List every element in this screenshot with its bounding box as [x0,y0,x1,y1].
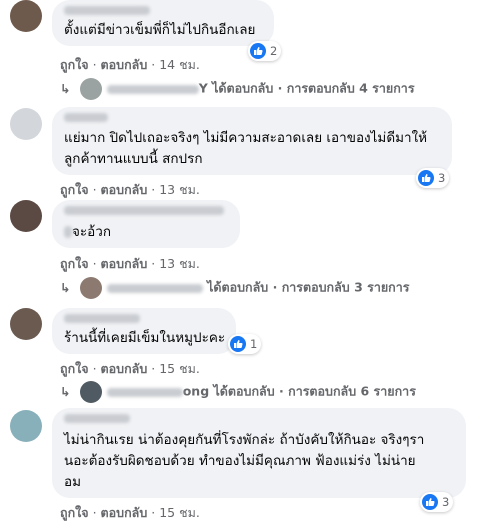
avatar[interactable] [10,410,42,442]
like-link[interactable]: ถูกใจ [60,505,89,520]
comment-meta: ถูกใจ · ตอบกลับ · 13 ชม. [60,256,200,271]
avatar[interactable] [10,308,42,340]
reply-avatar [80,381,103,403]
reply-link[interactable]: ตอบกลับ [101,505,148,520]
replier-name-blurred [106,84,199,94]
reply-link[interactable]: ตอบกลับ [101,361,148,376]
commenter-name-blurred[interactable] [64,113,108,122]
comment-bubble: ร้านนี้ที่เคยมีเข็มในหมูปะคะ [52,308,236,354]
comment-meta: ถูกใจ · ตอบกลับ · 13 ชม. [60,182,200,197]
comment-text: จะอ้วก [64,221,111,243]
comment-bubble: ไม่น่ากินเรย น่าต้องคุยกันที่โรงพักล่ะ ถ… [52,408,466,498]
comment-text: ร้านนี้ที่เคยมีเข็มในหมูปะคะ [64,330,226,346]
reaction-count[interactable]: 1 [228,334,262,354]
comment-text: ตั้งแต่มีข่าวเข็มพี่ก็ไม่ไปกินอีกเลย [64,22,256,38]
reply-arrow-icon: ↳ [60,80,71,96]
like-icon [422,494,438,510]
timestamp[interactable]: 15 ชม. [159,361,200,376]
view-replies[interactable]: ↳ ong ได้ตอบกลับ · การตอบกลับ 6 รายการ [60,381,416,403]
reply-link[interactable]: ตอบกลับ [101,256,148,271]
avatar[interactable] [10,0,42,32]
comment-meta: ถูกใจ · ตอบกลับ · 14 ชม. [60,57,200,72]
like-icon [418,170,434,186]
commenter-name-blurred[interactable] [64,6,150,15]
reaction-count[interactable]: 3 [416,168,450,188]
like-link[interactable]: ถูกใจ [60,182,89,197]
reaction-count[interactable]: 2 [248,41,282,61]
reply-link[interactable]: ตอบกลับ [101,182,148,197]
comment-text-line: อม [64,474,82,490]
reply-avatar [80,277,103,299]
reply-arrow-icon: ↳ [60,279,71,295]
like-link[interactable]: ถูกใจ [60,256,89,271]
comment-bubble: ตั้งแต่มีข่าวเข็มพี่ก็ไม่ไปกินอีกเลย [52,0,274,46]
comment-text-line: แย่มาก ปิดไปเถอะจริงๆ ไม่มีความสะอาดเลย … [64,130,428,146]
timestamp[interactable]: 15 ชม. [159,505,200,520]
like-icon [230,336,246,352]
commenter-name-blurred[interactable] [64,314,140,323]
view-replies[interactable]: ↳ ได้ตอบกลับ · การตอบกลับ 3 รายการ [60,277,409,299]
replier-name-blurred [106,387,183,397]
timestamp[interactable]: 14 ชม. [159,57,200,72]
view-replies[interactable]: ↳ Y ได้ตอบกลับ · การตอบกลับ 4 รายการ [60,78,415,100]
reaction-count[interactable]: 3 [420,492,454,512]
like-link[interactable]: ถูกใจ [60,361,89,376]
avatar[interactable] [10,200,42,232]
comment-bubble: แย่มาก ปิดไปเถอะจริงๆ ไม่มีความสะอาดเลย … [52,107,452,175]
commenter-name-blurred[interactable] [64,414,130,423]
comment-bubble: จะอ้วก [52,200,240,248]
comment-meta: ถูกใจ · ตอบกลับ · 15 ชม. [60,361,200,376]
tagged-name-blurred[interactable] [64,226,72,238]
like-icon [250,43,266,59]
reply-avatar [80,78,103,100]
comment-meta: ถูกใจ · ตอบกลับ · 15 ชม. [60,505,200,520]
like-link[interactable]: ถูกใจ [60,57,89,72]
comment-text-line: นอะต้องรับผิดชอบด้วย ทำของไม่มีคุณภาพ ฟ้… [64,453,416,469]
comment-text-line: ไม่น่ากินเรย น่าต้องคุยกันที่โรงพักล่ะ ถ… [64,432,425,448]
avatar[interactable] [10,108,42,140]
commenter-name-blurred[interactable] [64,206,224,215]
reply-arrow-icon: ↳ [60,383,71,399]
timestamp[interactable]: 13 ชม. [159,182,200,197]
replier-name-blurred [106,283,203,293]
timestamp[interactable]: 13 ชม. [159,256,200,271]
comment-text-line: ลูกค้าทานแบบนี้ สกปรก [64,151,203,167]
reply-link[interactable]: ตอบกลับ [101,57,148,72]
